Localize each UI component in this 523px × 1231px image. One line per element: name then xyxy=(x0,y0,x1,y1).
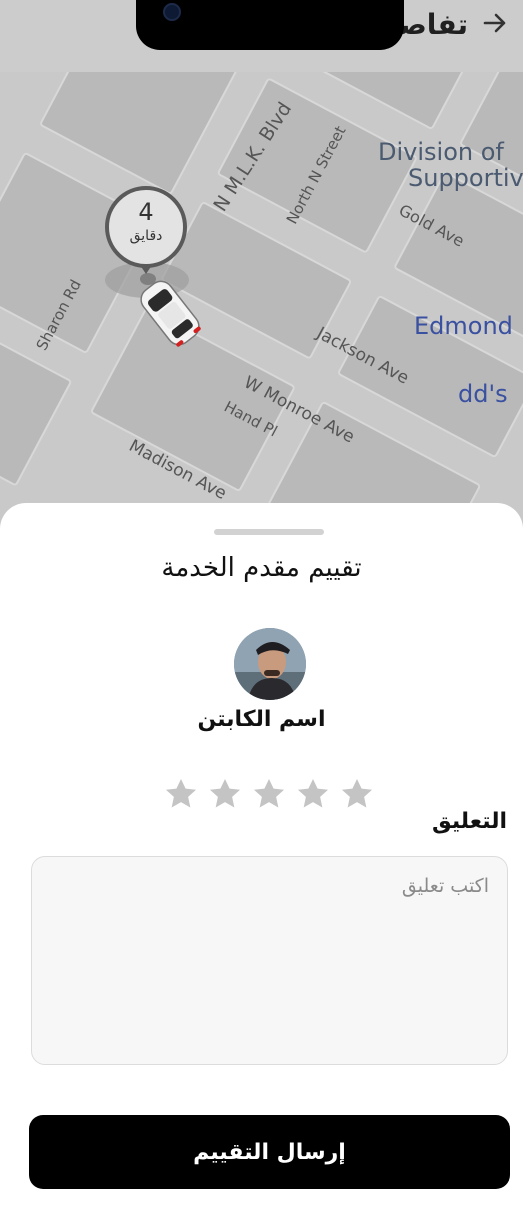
eta-minutes: 4 xyxy=(138,198,154,226)
star-rating[interactable] xyxy=(162,775,376,815)
sheet-title: تقييم مقدم الخدمة xyxy=(161,553,362,583)
camera-icon xyxy=(163,3,181,21)
comment-label: التعليق xyxy=(432,809,507,834)
arrow-right-icon[interactable] xyxy=(481,9,509,37)
star-icon[interactable] xyxy=(294,775,332,813)
poi-label: Supportiv xyxy=(408,164,523,192)
eta-pin: 4 دقايق xyxy=(105,186,187,268)
poi-label: dd's xyxy=(458,380,508,408)
star-icon[interactable] xyxy=(338,775,376,813)
captain-name: اسم الكابتن xyxy=(197,707,326,732)
submit-rating-button[interactable]: إرسال التقييم xyxy=(29,1115,510,1189)
poi-label: Edmond xyxy=(414,312,513,340)
star-icon[interactable] xyxy=(162,775,200,813)
star-icon[interactable] xyxy=(250,775,288,813)
eta-unit: دقايق xyxy=(129,228,163,244)
star-icon[interactable] xyxy=(206,775,244,813)
comment-input[interactable] xyxy=(31,856,508,1065)
rating-sheet: تقييم مقدم الخدمة اسم الكابتن التعليق إر… xyxy=(0,503,523,1231)
device-notch xyxy=(136,0,404,50)
sheet-drag-handle[interactable] xyxy=(214,529,324,535)
captain-avatar xyxy=(234,628,306,700)
poi-label: Division of xyxy=(378,138,504,166)
map-view[interactable]: N M.L.K. Blvd North N Street Gold Ave Sh… xyxy=(0,0,523,560)
map-street-grid xyxy=(0,0,523,560)
